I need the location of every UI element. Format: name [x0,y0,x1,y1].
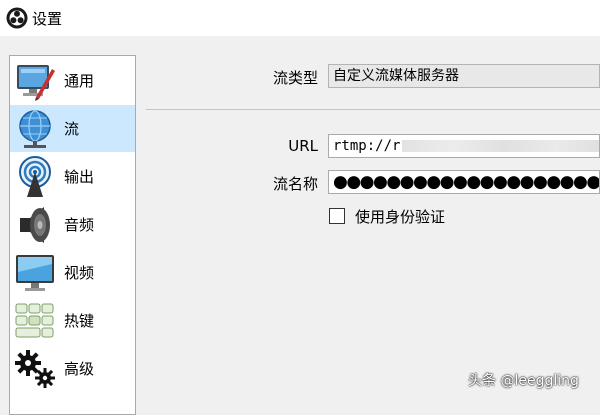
sidebar-item-audio[interactable]: 音频 [10,201,135,248]
sidebar-label-advanced: 高级 [64,360,95,378]
stream-settings-panel: 流类型 自定义流媒体服务器 URL rtmp://r 流名称 ●●●●●●●●●… [146,36,600,400]
globe-network-icon [10,105,60,152]
title-bar: 设置 [0,0,600,36]
section-divider [146,109,600,110]
sidebar-item-output[interactable]: 输出 [10,153,135,200]
watermark-text: 头条 @leeggling [468,373,579,389]
gears-icon [10,345,60,392]
sidebar-label-audio: 音频 [64,216,95,234]
use-auth-checkbox[interactable] [329,208,345,224]
url-label: URL [288,137,318,155]
sidebar-item-advanced[interactable]: 高级 [10,345,135,392]
sidebar-label-stream: 流 [64,120,80,138]
sidebar-item-video[interactable]: 视频 [10,249,135,296]
url-value: rtmp://r [333,138,401,154]
url-redacted-blur [402,140,599,152]
sidebar-item-general[interactable]: 通用 [10,57,135,104]
stream-type-select[interactable]: 自定义流媒体服务器 [328,64,600,88]
sidebar-label-video: 视频 [64,264,95,282]
sidebar-label-general: 通用 [64,72,95,90]
broadcast-antenna-icon [10,153,60,200]
sidebar-label-hotkeys: 热键 [64,312,95,330]
stream-type-label: 流类型 [272,69,318,87]
monitor-with-pen-icon [10,57,60,104]
keyboard-icon [10,297,60,344]
stream-key-input[interactable]: ●●●●●●●●●●●●●●●●●●●● [328,170,600,194]
obs-logo-icon [6,7,28,29]
window-title: 设置 [32,10,63,28]
url-input[interactable]: rtmp://r [328,134,600,158]
sidebar-item-hotkeys[interactable]: 热键 [10,297,135,344]
speaker-icon [10,201,60,248]
sidebar-item-stream[interactable]: 流 [10,105,135,152]
use-auth-label[interactable]: 使用身份验证 [355,206,445,227]
sidebar-label-output: 输出 [64,168,95,186]
settings-sidebar: 通用 流 输出 音频 视频 热键 高级 [9,55,136,415]
monitor-icon [10,249,60,296]
stream-key-label: 流名称 [272,175,318,193]
